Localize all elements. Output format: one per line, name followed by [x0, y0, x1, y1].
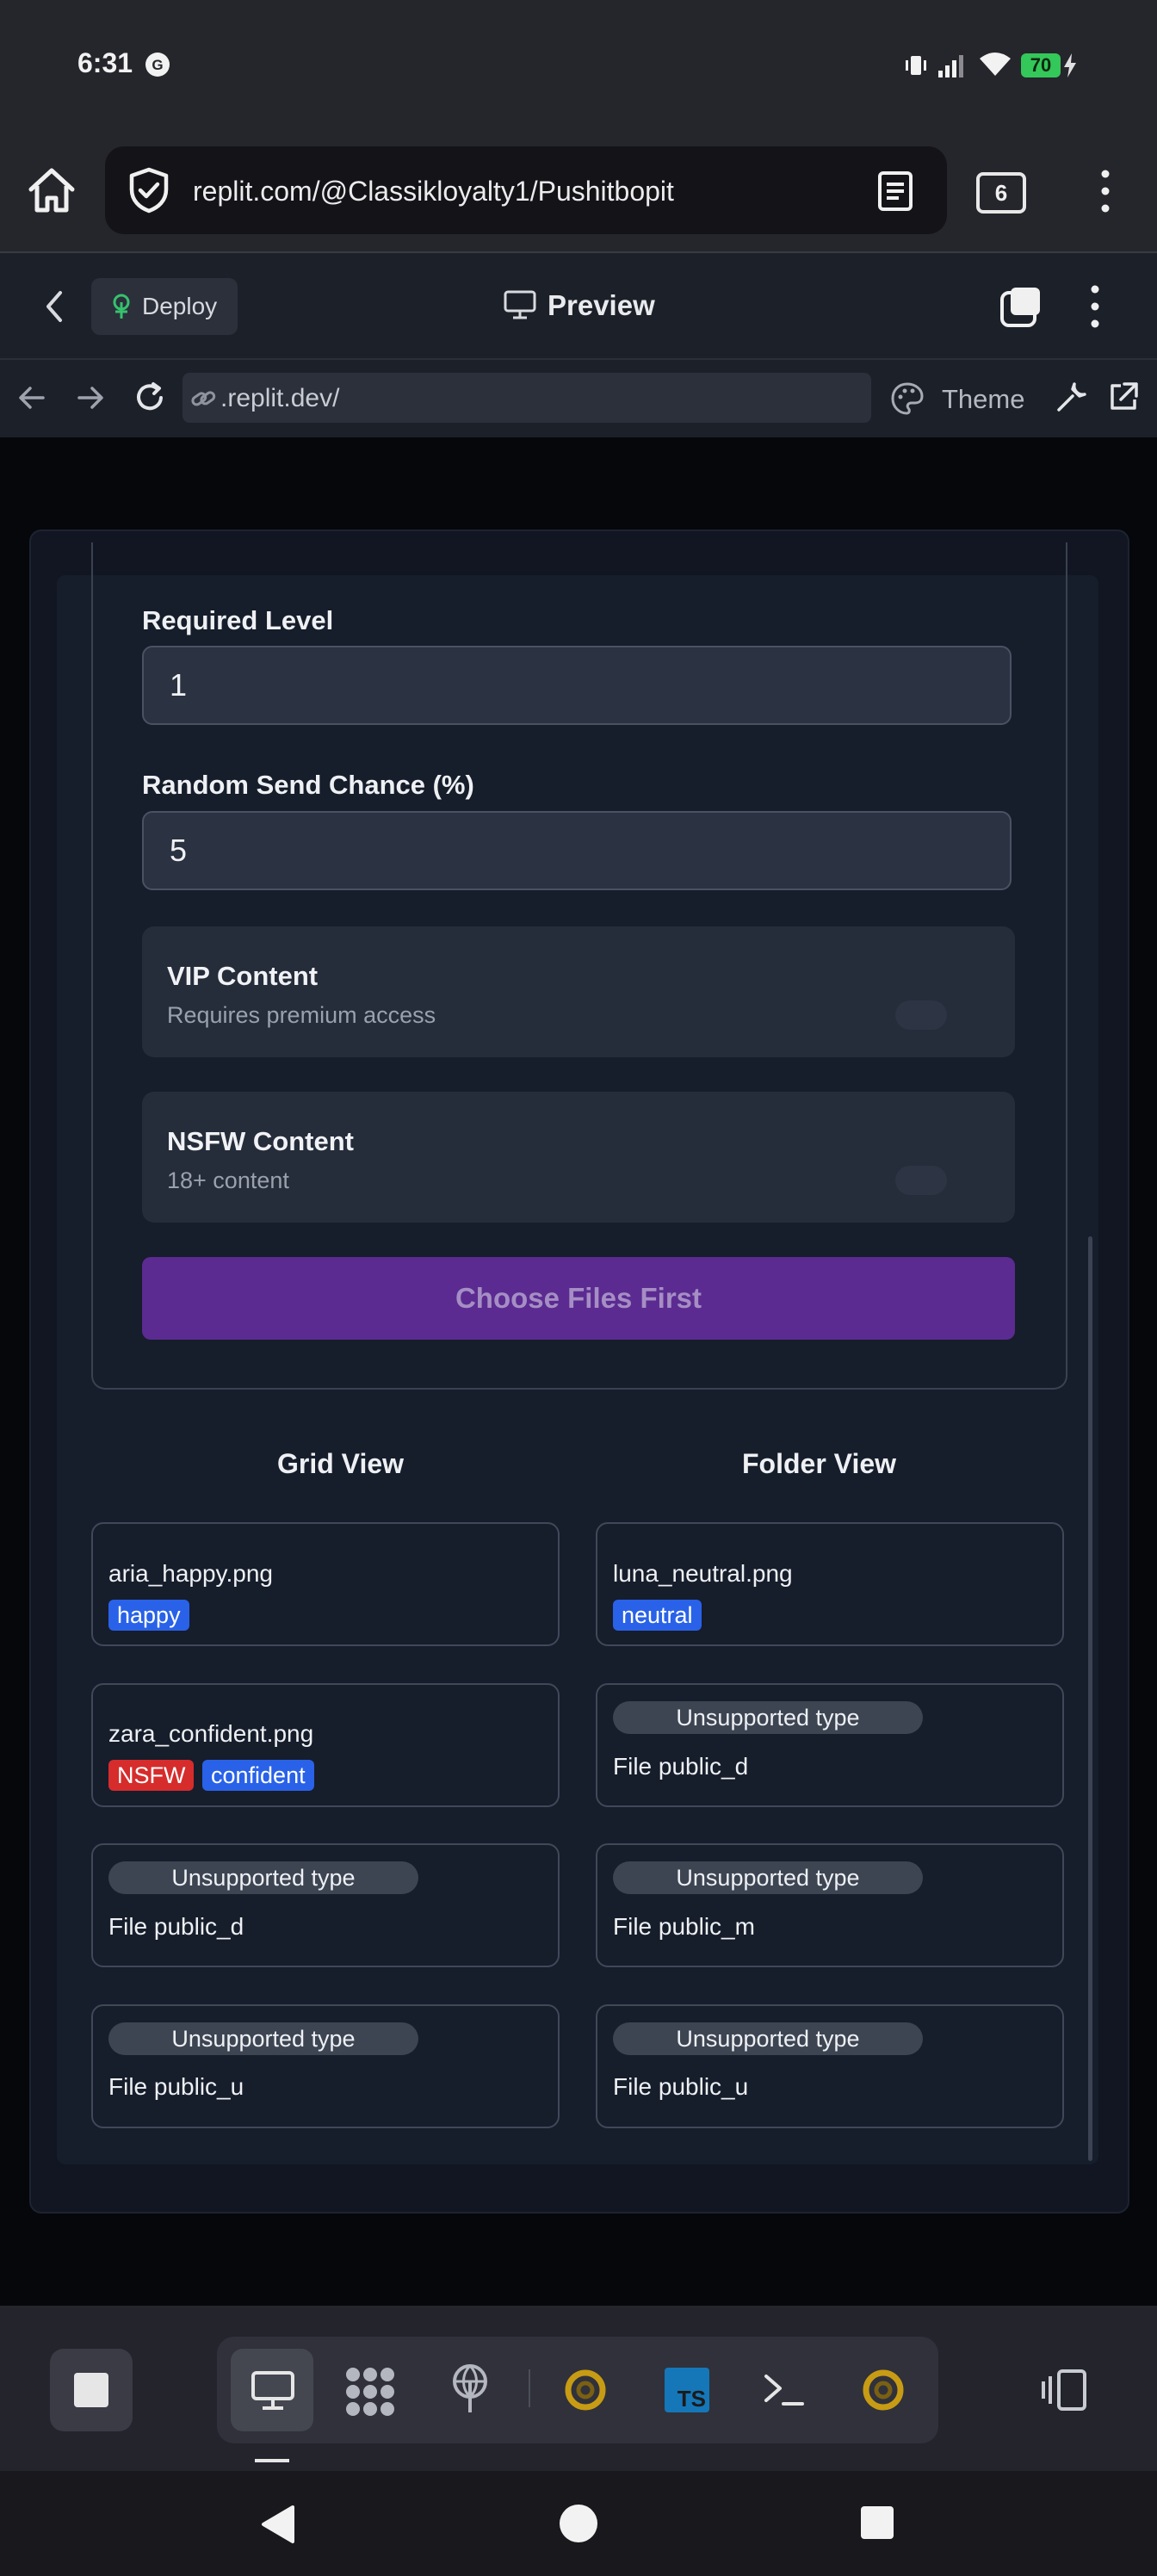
deploy-label: Deploy: [142, 293, 218, 319]
emotion-tag: confident: [202, 1760, 314, 1791]
status-time: 6:31: [77, 47, 133, 78]
random-send-input[interactable]: 5: [142, 811, 1012, 890]
monitor-icon: [503, 289, 537, 320]
file-name: zara_confident.png: [108, 1720, 314, 1747]
signal-icon: [937, 52, 968, 79]
link-icon: [189, 386, 217, 412]
charging-icon: [1062, 53, 1078, 77]
shell-icon[interactable]: [763, 2369, 806, 2411]
nav-back-icon[interactable]: [258, 2504, 298, 2545]
dock-divider: [529, 2369, 530, 2407]
monitor-tool-icon: [250, 2369, 296, 2412]
nsfw-tag: NSFW: [108, 1760, 195, 1791]
nav-recents-icon[interactable]: [861, 2506, 894, 2539]
unsupported-badge: Unsupported type: [613, 1861, 923, 1894]
apps-grid-icon[interactable]: [343, 2366, 398, 2418]
file-name: File public_u: [613, 2073, 749, 2100]
file-name: File public_m: [613, 1913, 755, 1940]
scrollbar[interactable]: [1088, 1236, 1092, 2161]
upload-button[interactable]: Choose Files First: [142, 1257, 1015, 1340]
typescript-file-icon[interactable]: TS: [665, 2368, 709, 2412]
replit-more-icon[interactable]: [1085, 284, 1105, 329]
svg-text:G: G: [152, 57, 163, 73]
unsupported-badge: Unsupported type: [108, 2022, 418, 2055]
external-link-icon[interactable]: [1107, 381, 1140, 413]
nsfw-content-title: NSFW Content: [167, 1126, 354, 1156]
required-level-input[interactable]: 1: [142, 646, 1012, 725]
file-name: File public_d: [613, 1753, 749, 1780]
reload-icon[interactable]: [133, 381, 167, 415]
wifi-icon: [978, 50, 1012, 79]
file-name: File public_u: [108, 2073, 244, 2100]
file-name: File public_d: [108, 1913, 244, 1940]
vip-content-desc: Requires premium access: [167, 1002, 436, 1028]
unsupported-badge: Unsupported type: [613, 2022, 923, 2055]
random-send-label: Random Send Chance (%): [142, 770, 474, 800]
file-name: luna_neutral.png: [613, 1560, 793, 1587]
unsupported-badge: Unsupported type: [613, 1701, 923, 1734]
preview-url-text[interactable]: .replit.dev/: [220, 384, 339, 413]
vip-content-title: VIP Content: [167, 961, 319, 991]
wrench-icon[interactable]: [1054, 381, 1088, 415]
required-level-label: Required Level: [142, 605, 334, 635]
deployments-icon[interactable]: [448, 2362, 492, 2414]
python-file-icon[interactable]: [563, 2368, 608, 2412]
tabs-counter[interactable]: 6: [976, 172, 1026, 214]
theme-button[interactable]: Theme: [942, 384, 1024, 415]
nsfw-toggle[interactable]: [895, 1166, 947, 1195]
arrow-right-icon[interactable]: [76, 384, 105, 412]
nsfw-content-desc: 18+ content: [167, 1167, 289, 1193]
nav-home-icon[interactable]: [560, 2505, 597, 2542]
vibrate-icon: [902, 52, 930, 79]
unsupported-badge: Unsupported type: [108, 1861, 418, 1894]
arrow-left-icon[interactable]: [17, 384, 46, 412]
url-text[interactable]: replit.com/@Classikloyalty1/Pushitbopit: [193, 176, 674, 207]
active-indicator: [255, 2459, 289, 2462]
vip-toggle[interactable]: [895, 1000, 947, 1030]
python-file-icon-2[interactable]: [861, 2368, 906, 2412]
new-tab-icon[interactable]: [999, 284, 1043, 329]
emotion-tag: neutral: [613, 1600, 702, 1631]
home-icon[interactable]: [26, 165, 77, 215]
tab-folder-view[interactable]: Folder View: [742, 1448, 896, 1480]
google-g-icon: G: [145, 52, 170, 77]
shield-check-icon[interactable]: [127, 167, 170, 214]
deploy-icon: [108, 293, 134, 320]
more-vert-icon[interactable]: [1093, 169, 1117, 214]
vip-content-option[interactable]: [142, 926, 1015, 1057]
palette-icon[interactable]: [890, 381, 925, 416]
emotion-tag: happy: [108, 1600, 189, 1631]
back-chevron-icon[interactable]: [43, 289, 65, 324]
battery-level: 70: [1021, 53, 1061, 77]
preview-title: Preview: [548, 289, 655, 321]
nsfw-content-option[interactable]: [142, 1092, 1015, 1223]
reader-mode-icon[interactable]: [876, 170, 914, 212]
file-name: aria_happy.png: [108, 1560, 273, 1587]
stop-icon: [74, 2373, 108, 2407]
panels-toggle-icon[interactable]: [1040, 2368, 1090, 2412]
tab-grid-view[interactable]: Grid View: [277, 1448, 404, 1480]
